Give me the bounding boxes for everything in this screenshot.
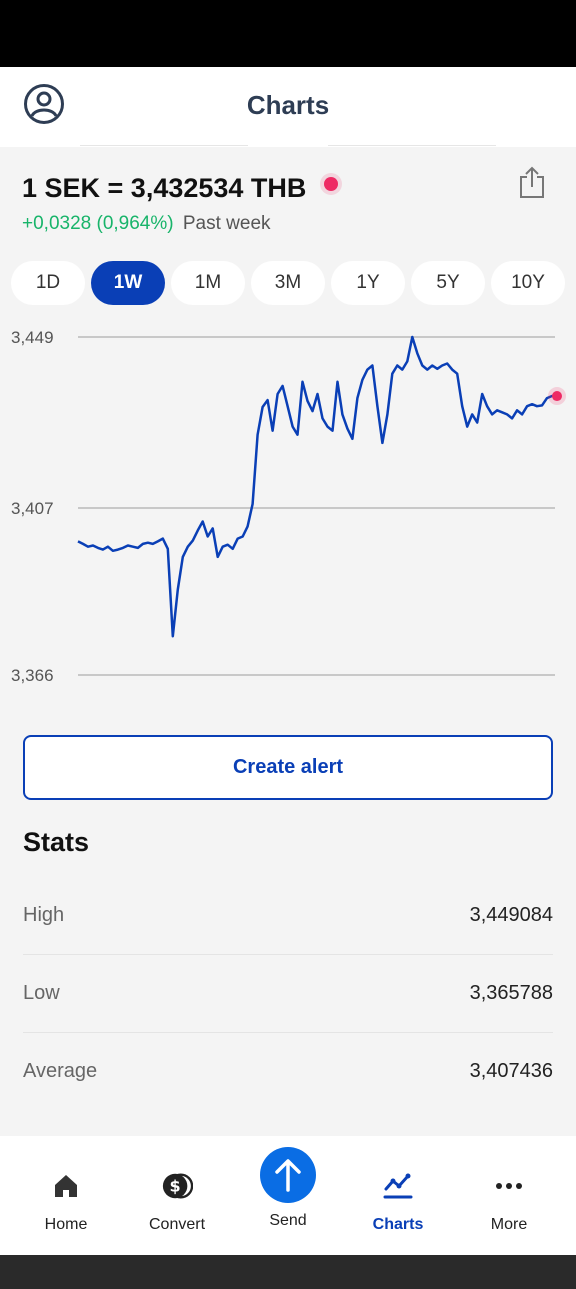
create-alert-button[interactable]: Create alert bbox=[23, 735, 553, 800]
nav-label: Home bbox=[44, 1216, 88, 1233]
last-point-marker bbox=[552, 391, 562, 402]
nav-label: More bbox=[490, 1216, 528, 1233]
more-dots-icon bbox=[496, 1183, 522, 1189]
arrow-up-icon bbox=[275, 1159, 301, 1192]
nav-charts[interactable]: Charts bbox=[343, 1136, 453, 1255]
chart-icon bbox=[383, 1173, 413, 1199]
stat-value: 3,449084 bbox=[469, 903, 553, 926]
rate-chart[interactable]: 3,449 3,407 3,366 bbox=[0, 315, 576, 695]
nav-more[interactable]: More bbox=[454, 1136, 564, 1255]
svg-text:$: $ bbox=[170, 1177, 181, 1196]
share-button[interactable] bbox=[514, 162, 550, 202]
live-indicator-icon bbox=[324, 177, 339, 191]
send-button[interactable] bbox=[260, 1147, 316, 1203]
period-5y[interactable]: 5Y bbox=[411, 261, 485, 305]
change-value: +0,0328 (0,964%) bbox=[22, 213, 174, 234]
system-home-bar bbox=[0, 1255, 576, 1289]
header-divider bbox=[80, 145, 248, 146]
period-1m[interactable]: 1M bbox=[171, 261, 245, 305]
stat-value: 3,365788 bbox=[469, 981, 553, 1004]
period-10y[interactable]: 10Y bbox=[491, 261, 565, 305]
series-line bbox=[77, 335, 557, 638]
stats-title: Stats bbox=[23, 827, 90, 857]
period-1d[interactable]: 1D bbox=[11, 261, 85, 305]
page-title: Charts bbox=[246, 90, 330, 120]
stat-label: Average bbox=[23, 1059, 98, 1082]
exchange-rate: 1 SEK = 3,432534 THB bbox=[22, 172, 307, 203]
period-1y[interactable]: 1Y bbox=[331, 261, 405, 305]
status-bar bbox=[0, 0, 576, 67]
nav-home[interactable]: Home bbox=[11, 1136, 121, 1255]
period-selector: 1D 1W 1M 3M 1Y 5Y 10Y bbox=[0, 261, 576, 305]
nav-label: Charts bbox=[372, 1216, 424, 1233]
stat-label: High bbox=[23, 903, 65, 926]
header-divider bbox=[328, 145, 496, 146]
period-1w[interactable]: 1W bbox=[91, 261, 165, 305]
stat-row-low: Low 3,365788 bbox=[23, 954, 553, 1032]
share-icon bbox=[520, 166, 544, 198]
nav-send[interactable]: Send bbox=[233, 1136, 343, 1255]
y-tick-label: 3,449 bbox=[11, 328, 54, 347]
stat-row-average: Average 3,407436 bbox=[23, 1032, 553, 1110]
stat-row-high: High 3,449084 bbox=[23, 876, 553, 954]
nav-label: Convert bbox=[148, 1216, 206, 1233]
y-tick-label: 3,366 bbox=[11, 666, 54, 685]
bottom-nav: Home $ Convert Send Charts More bbox=[0, 1136, 576, 1255]
home-icon bbox=[55, 1175, 77, 1197]
rate-change: +0,0328 (0,964%) Past week bbox=[22, 213, 271, 235]
nav-label: Send bbox=[269, 1212, 307, 1229]
y-tick-label: 3,407 bbox=[11, 499, 54, 518]
rate-row: 1 SEK = 3,432534 THB bbox=[22, 170, 339, 206]
dollar-coins-icon: $ bbox=[162, 1173, 193, 1199]
period-3m[interactable]: 3M bbox=[251, 261, 325, 305]
nav-convert[interactable]: $ Convert bbox=[122, 1136, 232, 1255]
header: Charts bbox=[0, 67, 576, 147]
change-period: Past week bbox=[182, 213, 271, 234]
rate-chart-svg: 3,449 3,407 3,366 bbox=[11, 328, 566, 685]
stat-value: 3,407436 bbox=[469, 1059, 553, 1082]
stat-label: Low bbox=[23, 981, 60, 1004]
